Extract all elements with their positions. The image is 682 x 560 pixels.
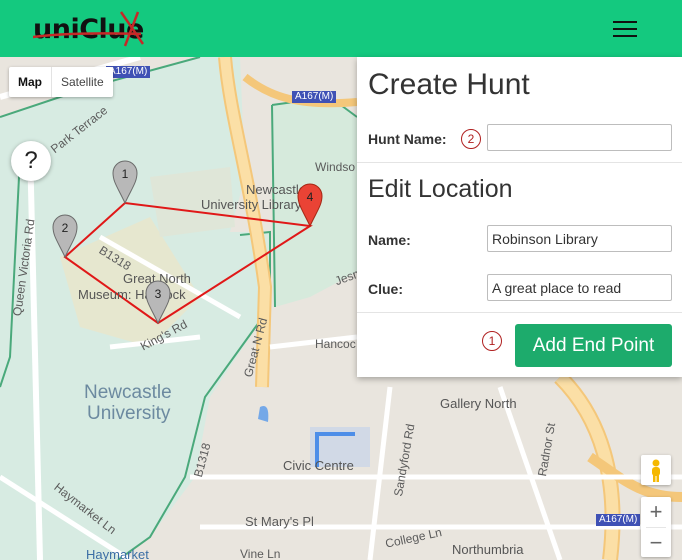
- app-header: uniClue: [0, 0, 682, 57]
- zoom-control: + −: [641, 497, 671, 557]
- map-type-satellite[interactable]: Satellite: [52, 67, 113, 97]
- menu-icon[interactable]: [609, 17, 641, 41]
- poi-label: University Library: [201, 197, 302, 212]
- map-type-map[interactable]: Map: [9, 67, 52, 97]
- street-label: St Mary's Pl: [245, 514, 314, 529]
- poi-label: Gallery North: [440, 396, 517, 411]
- clue-label: Clue:: [368, 281, 403, 297]
- area-label: University: [87, 403, 171, 424]
- app-logo[interactable]: uniClue: [33, 10, 145, 50]
- map-marker-4[interactable]: 4: [297, 183, 323, 227]
- road-badge-a167m: A167(M): [292, 91, 337, 103]
- create-hunt-title: Create Hunt: [368, 68, 530, 101]
- section-divider: [357, 312, 682, 313]
- map-marker-1[interactable]: 1: [112, 160, 138, 204]
- transit-label: Haymarket: [86, 547, 149, 560]
- section-divider: [357, 162, 682, 163]
- step-1-marker: 1: [482, 331, 502, 351]
- street-view-pegman-icon[interactable]: [641, 455, 671, 485]
- location-name-input[interactable]: [487, 225, 672, 252]
- area-label: Newcastle: [84, 382, 172, 403]
- edit-location-title: Edit Location: [368, 175, 513, 203]
- marker-label: 3: [155, 287, 162, 301]
- road-badge-a167m: A167(M): [596, 514, 641, 526]
- help-button[interactable]: ?: [11, 141, 51, 181]
- hunt-name-label: Hunt Name:: [368, 131, 447, 147]
- hunt-name-input[interactable]: [487, 124, 672, 151]
- marker-label: 2: [62, 221, 69, 235]
- map-marker-2[interactable]: 2: [52, 214, 78, 258]
- clue-input[interactable]: [487, 274, 672, 301]
- street-label: Vine Ln: [240, 547, 281, 560]
- logo-strike-icon: [33, 11, 145, 47]
- add-end-point-button[interactable]: Add End Point: [515, 324, 672, 367]
- zoom-in-button[interactable]: +: [641, 497, 671, 527]
- marker-label: 1: [122, 167, 129, 181]
- zoom-out-button[interactable]: −: [641, 528, 671, 558]
- marker-label: 4: [307, 190, 314, 204]
- map-type-control: Map Satellite: [9, 67, 113, 97]
- map-marker-3[interactable]: 3: [145, 280, 171, 324]
- street-label: Hancoc: [315, 337, 356, 351]
- hunt-panel: Create Hunt Hunt Name: 2 Edit Location N…: [357, 57, 682, 377]
- poi-label: Northumbria: [452, 542, 524, 557]
- name-label: Name:: [368, 232, 411, 248]
- poi-label: Civic Centre: [283, 458, 354, 473]
- street-label: Windso: [315, 160, 356, 174]
- step-2-marker: 2: [461, 129, 481, 149]
